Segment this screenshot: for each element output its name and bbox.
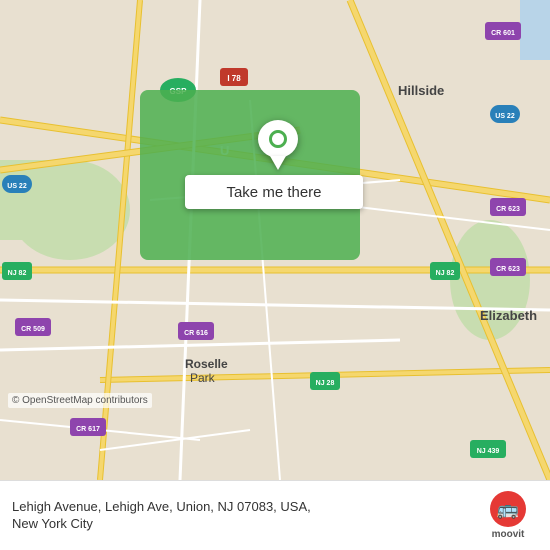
svg-text:I 78: I 78 [227,74,241,83]
svg-text:US 22: US 22 [7,183,27,190]
svg-text:Elizabeth: Elizabeth [480,308,537,323]
map-attribution: © OpenStreetMap contributors [8,393,152,408]
attribution-text: © OpenStreetMap contributors [12,395,148,406]
svg-text:CR 616: CR 616 [184,330,208,337]
moovit-icon: 🚌 [490,491,526,527]
svg-text:CR 601: CR 601 [491,30,515,37]
svg-text:CR 623: CR 623 [496,266,520,273]
bottom-bar: Lehigh Avenue, Lehigh Ave, Union, NJ 070… [0,480,550,550]
address-line2: New York City [12,516,468,533]
take-me-there-label: Take me there [226,184,321,201]
moovit-logo: 🚌 moovit [478,491,538,540]
svg-text:Park: Park [190,371,216,385]
pin-circle [258,120,298,158]
svg-text:NJ 439: NJ 439 [477,448,500,455]
svg-text:NJ 82: NJ 82 [436,270,455,277]
svg-text:CR 509: CR 509 [21,326,45,333]
svg-text:CR 617: CR 617 [76,426,100,433]
svg-text:NJ 28: NJ 28 [316,380,335,387]
moovit-text: moovit [492,529,525,540]
take-me-there-button[interactable]: Take me there [185,175,363,209]
svg-text:NJ 82: NJ 82 [8,270,27,277]
location-pin [258,120,298,170]
svg-text:US 22: US 22 [495,113,515,120]
address-container: Lehigh Avenue, Lehigh Ave, Union, NJ 070… [12,499,468,533]
pin-inner [269,130,287,148]
pin-tail [270,156,286,170]
moovit-bus-icon: 🚌 [497,499,519,520]
svg-text:Roselle: Roselle [185,357,228,371]
svg-text:Hillside: Hillside [398,83,444,98]
map-container: I 78 US 22 US 22 NJ 82 CR 601 CR 509 CR … [0,0,550,480]
svg-text:CR 623: CR 623 [496,206,520,213]
address-line1: Lehigh Avenue, Lehigh Ave, Union, NJ 070… [12,499,468,516]
